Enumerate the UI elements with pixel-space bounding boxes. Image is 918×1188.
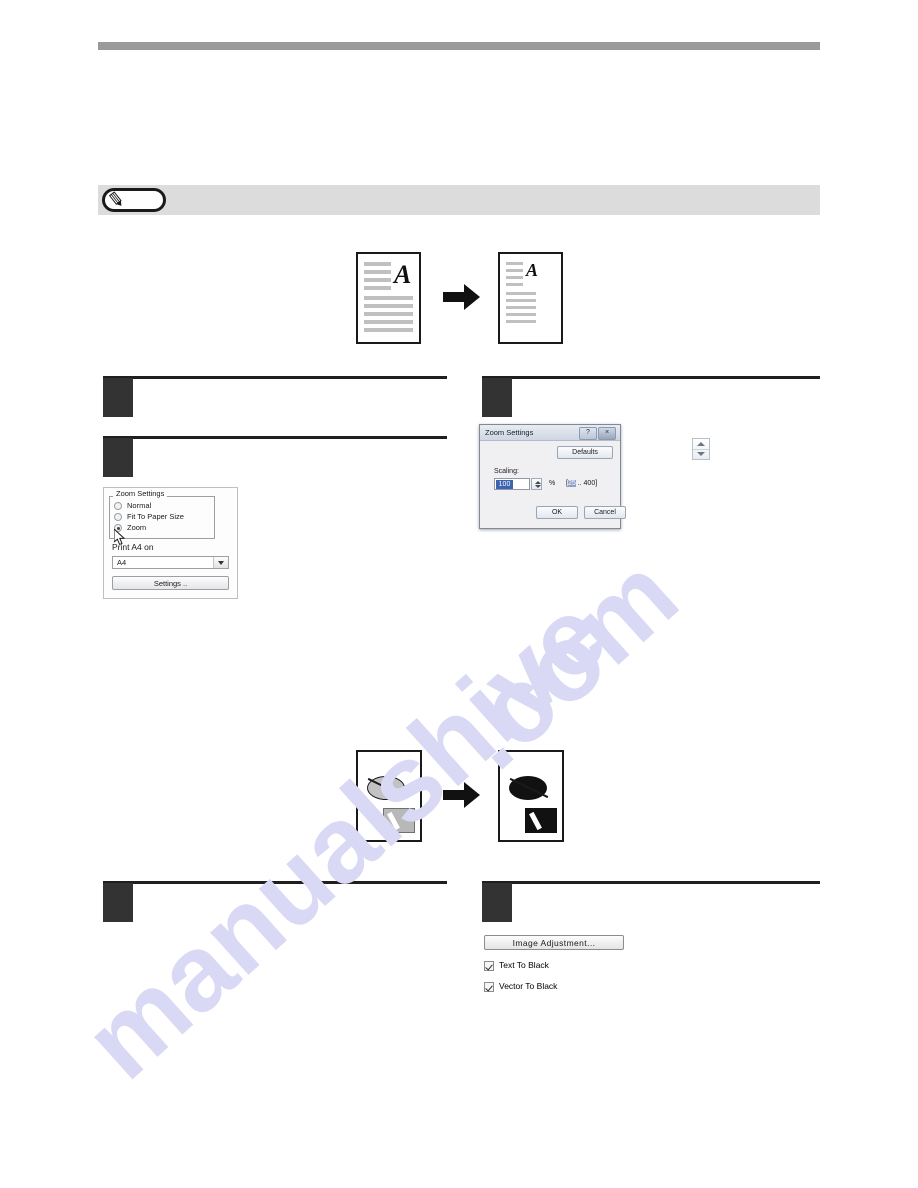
step-number xyxy=(103,378,133,417)
paper-size-combo[interactable]: A4 xyxy=(112,556,229,569)
dialog-title: Zoom Settings xyxy=(485,428,534,437)
zoom-before-letter: A xyxy=(394,260,412,289)
step-left-2 xyxy=(103,436,447,478)
range-min: 25 xyxy=(567,480,576,487)
radio-label: Normal xyxy=(127,501,152,510)
settings-button[interactable]: Settings .. xyxy=(112,576,229,590)
chevron-down-icon[interactable] xyxy=(213,557,228,568)
scaling-range-hint: [25 .. 400] xyxy=(566,480,597,487)
radio-label: Zoom xyxy=(127,523,147,532)
watermark-text-secondary: .com xyxy=(431,532,700,792)
step-right-2 xyxy=(482,881,820,923)
scaling-label: Scaling: xyxy=(494,468,519,475)
close-icon[interactable]: × xyxy=(598,427,616,440)
checkbox-indicator[interactable] xyxy=(484,982,494,992)
step-rule xyxy=(103,436,447,439)
zoom-settings-group-title: Zoom Settings xyxy=(113,489,168,498)
range-rest: .. 400] xyxy=(575,480,598,487)
radio-label: Fit To Paper Size xyxy=(127,512,184,521)
stepper-up-icon xyxy=(697,442,705,446)
right-arrow-icon xyxy=(443,284,480,310)
dialog-titlebar[interactable]: Zoom Settings ? × xyxy=(480,425,620,441)
cancel-button[interactable]: Cancel xyxy=(584,506,626,519)
step-left-1 xyxy=(103,376,447,418)
step-rule xyxy=(103,881,447,884)
ok-button[interactable]: OK xyxy=(536,506,578,519)
step-number xyxy=(482,883,512,922)
checkbox-label: Vector To Black xyxy=(499,981,558,991)
image-adjustment-button[interactable]: Image Adjustment... xyxy=(484,935,624,950)
percent-symbol: % xyxy=(549,480,556,487)
radio-indicator[interactable] xyxy=(114,513,122,521)
paper-size-value: A4 xyxy=(117,558,127,567)
spin-down-button[interactable] xyxy=(693,449,709,459)
scaling-input[interactable]: 100 xyxy=(494,478,530,490)
stepper-down-icon[interactable] xyxy=(534,485,541,488)
step-right-1 xyxy=(482,376,820,418)
step-number xyxy=(482,378,512,417)
spin-up-down-control[interactable] xyxy=(692,438,710,460)
pencil-note-icon xyxy=(108,191,122,206)
step-rule xyxy=(482,881,820,884)
zoom-settings-dialog: Zoom Settings ? × Defaults Scaling: 100 … xyxy=(479,424,626,529)
step-rule xyxy=(103,376,447,379)
vector-after-square xyxy=(525,808,557,833)
step-number xyxy=(103,438,133,477)
page-header-rule xyxy=(98,42,820,50)
scaling-stepper[interactable] xyxy=(531,478,542,490)
checkbox-indicator[interactable] xyxy=(484,961,494,971)
zoom-after-letter: A xyxy=(526,260,539,280)
stepper-down-icon xyxy=(697,452,705,456)
radio-indicator[interactable] xyxy=(114,502,122,510)
note-banner xyxy=(98,185,820,215)
defaults-button[interactable]: Defaults xyxy=(557,446,613,459)
step-number xyxy=(103,883,133,922)
checkbox-label: Text To Black xyxy=(499,960,549,970)
right-arrow-icon xyxy=(443,782,480,808)
vector-before-square xyxy=(383,808,415,833)
step-rule xyxy=(482,376,820,379)
mouse-cursor-icon xyxy=(114,529,126,546)
help-icon[interactable]: ? xyxy=(579,427,597,440)
scaling-value: 100 xyxy=(496,480,513,489)
step-left-3 xyxy=(103,881,447,923)
stepper-up-icon[interactable] xyxy=(534,481,541,484)
